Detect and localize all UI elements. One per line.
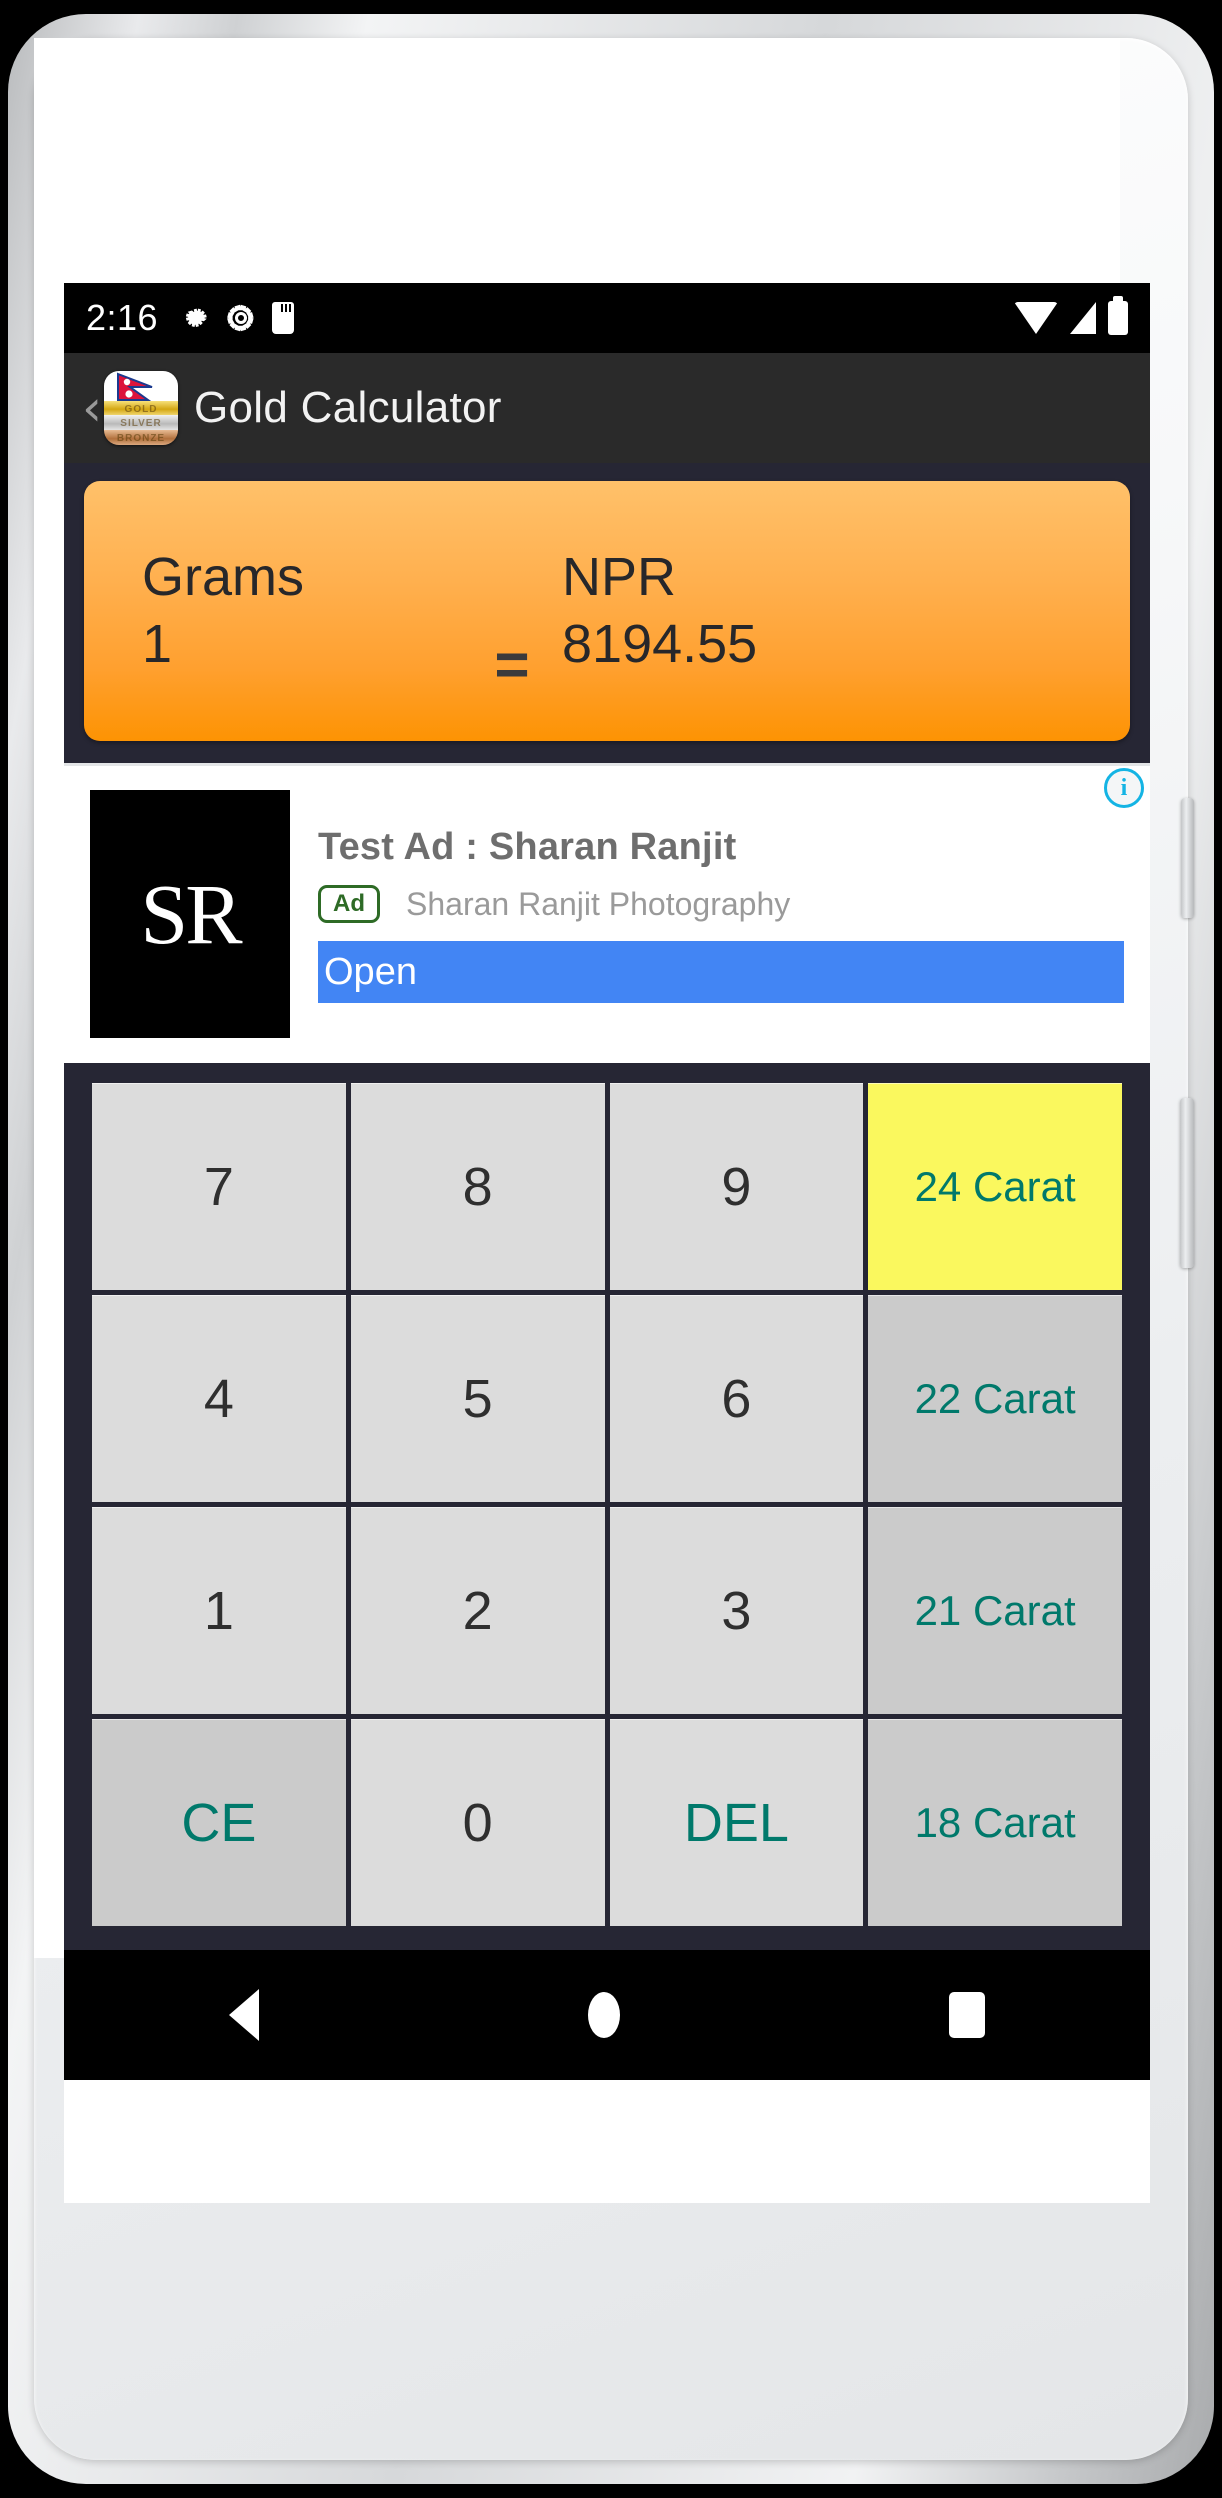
ad-info-icon[interactable]: i <box>1104 768 1144 808</box>
ad-advertiser-name: Sharan Ranjit Photography <box>406 885 791 922</box>
app-body: Grams 1 = NPR 8194.55 i SR Test Ad : Sha… <box>64 463 1150 1063</box>
bronze-band-label: BRONZE <box>116 433 166 445</box>
status-bar-clock: 2:16 <box>86 297 159 338</box>
page-title: Gold Calculator <box>194 383 502 432</box>
keypad-key-ce[interactable]: CE <box>92 1719 346 1926</box>
to-unit-label: NPR <box>562 546 677 607</box>
gold-calculator-app-icon: GOLD SILVER BRONZE <box>104 371 178 445</box>
sd-card-icon <box>272 302 295 334</box>
keypad-key-8[interactable]: 8 <box>350 1083 605 1290</box>
card-gap <box>84 741 1130 763</box>
android-nav-bar <box>64 1950 1150 2080</box>
screenshot-root: 2:16 ‹ GOLD SILVER BRONZE Gold Calculato… <box>0 0 1222 2498</box>
silver-band-label: SILVER <box>120 418 162 430</box>
ad-advertiser-row: Ad Sharan Ranjit Photography <box>318 885 1124 924</box>
ad-thumbnail[interactable]: SR <box>90 790 290 1038</box>
keypad-key-3[interactable]: 3 <box>609 1507 864 1714</box>
nav-back-icon[interactable] <box>228 1989 259 2041</box>
battery-icon <box>1108 296 1128 335</box>
screen-content: 2:16 ‹ GOLD SILVER BRONZE Gold Calculato… <box>64 283 1150 2203</box>
ad-headline: Test Ad : Sharan Ranjit <box>318 826 737 868</box>
keypad-key-2[interactable]: 2 <box>350 1507 605 1714</box>
bronze-band: BRONZE <box>104 430 178 445</box>
back-button[interactable]: ‹ <box>82 383 102 433</box>
keypad-key-24-carat[interactable]: 24 Carat <box>868 1083 1122 1290</box>
ad-logo-text: SR <box>140 866 242 962</box>
wifi-icon <box>1014 302 1058 334</box>
keypad-grid: 7 8 9 24 Carat 4 5 6 22 Carat 1 2 3 21 Carat CE 0 DEL 1… <box>92 1083 1122 1926</box>
keypad-key-6[interactable]: 6 <box>609 1295 864 1502</box>
nav-home-icon[interactable] <box>587 1992 620 2038</box>
keypad-key-7[interactable]: 7 <box>92 1083 346 1290</box>
app-bar: ‹ GOLD SILVER BRONZE Gold Calculator <box>64 353 1150 463</box>
status-bar-left-icons <box>180 302 295 334</box>
ad-open-button[interactable]: Open <box>318 941 1124 1004</box>
conversion-to: NPR 8194.55 <box>562 544 757 679</box>
keypad-key-4[interactable]: 4 <box>92 1295 346 1502</box>
status-bar-right-icons <box>1014 296 1128 335</box>
conversion-display-card[interactable]: Grams 1 = NPR 8194.55 <box>84 481 1130 741</box>
keypad-key-9[interactable]: 9 <box>609 1083 864 1290</box>
gold-band-label: GOLD <box>124 403 158 415</box>
ad-badge: Ad <box>318 885 380 924</box>
keypad-key-del[interactable]: DEL <box>609 1719 864 1926</box>
keypad: 7 8 9 24 Carat 4 5 6 22 Carat 1 2 3 21 Carat CE 0 DEL 1… <box>64 1063 1150 1950</box>
keypad-key-5[interactable]: 5 <box>350 1295 605 1502</box>
equals-sign: = <box>494 631 530 698</box>
nav-recents-icon[interactable] <box>949 1992 986 2038</box>
status-bar: 2:16 <box>64 283 1150 353</box>
ad-content: Test Ad : Sharan Ranjit Ad Sharan Ranjit… <box>290 790 1124 1063</box>
from-value: 1 <box>142 614 173 674</box>
to-value: 8194.55 <box>562 614 758 674</box>
keypad-key-22-carat[interactable]: 22 Carat <box>868 1295 1122 1502</box>
gold-band: GOLD <box>104 400 178 417</box>
gear-icon <box>185 308 207 327</box>
conversion-from: Grams 1 <box>142 544 472 679</box>
from-unit-label: Grams <box>142 546 304 607</box>
nepal-flag-icon <box>104 371 178 403</box>
keypad-key-1[interactable]: 1 <box>92 1507 346 1714</box>
power-button[interactable] <box>1180 1098 1194 1268</box>
gear-icon <box>227 304 254 332</box>
nepal-flag-svg <box>117 372 153 401</box>
volume-button[interactable] <box>1181 798 1194 918</box>
keypad-key-0[interactable]: 0 <box>350 1719 605 1926</box>
ad-banner[interactable]: i SR Test Ad : Sharan Ranjit Ad Sharan R… <box>64 763 1150 1063</box>
signal-icon <box>1070 302 1096 334</box>
keypad-key-18-carat[interactable]: 18 Carat <box>868 1719 1122 1926</box>
keypad-key-21-carat[interactable]: 21 Carat <box>868 1507 1122 1714</box>
silver-band: SILVER <box>104 415 178 431</box>
